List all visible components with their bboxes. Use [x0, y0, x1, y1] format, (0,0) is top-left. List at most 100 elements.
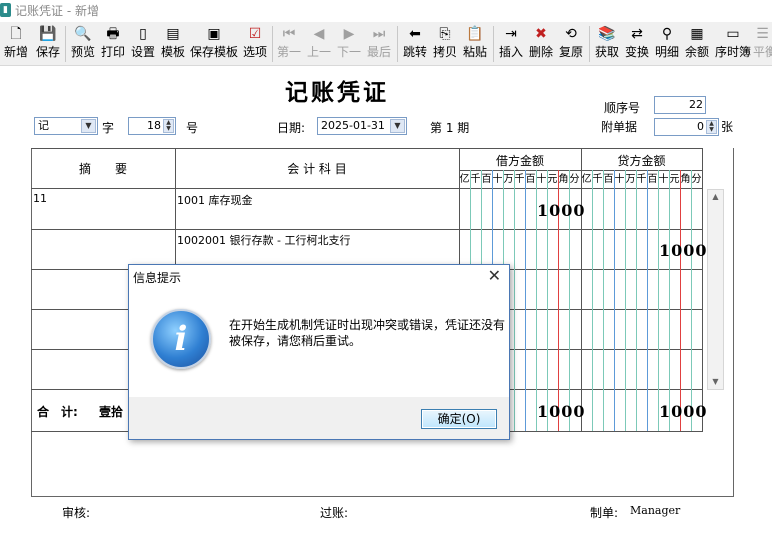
row-debit-amount[interactable]: 1000 — [537, 201, 586, 220]
page-settings-icon: ▯ — [139, 26, 147, 42]
next-button[interactable]: ▶ 下一 — [335, 24, 363, 64]
total-label: 合 计: — [37, 405, 78, 419]
options-icon: ☑ — [248, 26, 262, 42]
total-amount-words: 壹拾 — [99, 405, 124, 419]
books-icon: 📚 — [598, 26, 616, 42]
new-button[interactable]: 🗋 新增 — [2, 24, 30, 64]
digit-line — [614, 170, 615, 431]
insert-button[interactable]: ⇥ 插入 — [497, 24, 525, 64]
credit-digit-header: 万 — [625, 174, 636, 185]
paste-button[interactable]: 📋 粘贴 — [461, 24, 489, 64]
restore-icon: ⟲ — [565, 26, 577, 42]
dialog-body: i 在开始生成机制凭证时出现冲突或错误，凭证还没有被保存，请您稍后重试。 — [129, 289, 509, 397]
spin-arrows-icon[interactable]: ▲ ▼ — [706, 120, 717, 134]
scroll-down-icon[interactable]: ▼ — [708, 375, 723, 389]
total-debit-amount: 1000 — [537, 402, 586, 421]
row-account[interactable]: 1002001 银行存款 - 工行柯北支行 — [177, 232, 350, 248]
window-title: 记账凭证 - 新增 — [15, 4, 99, 18]
row-credit-amount[interactable]: 1000 — [659, 241, 708, 260]
fetch-button[interactable]: 📚 获取 — [593, 24, 621, 64]
copy-button[interactable]: ⎘ 拷贝 — [431, 24, 459, 64]
voucher-number-field[interactable]: 18 ▲ ▼ — [128, 117, 176, 135]
credit-digit-header: 角 — [680, 174, 691, 185]
toolbar-separator — [589, 26, 590, 62]
debit-digit-header: 亿 — [459, 174, 470, 185]
debit-digit-header: 万 — [503, 174, 514, 185]
grid-line — [31, 148, 703, 149]
debit-digit-header: 千 — [514, 174, 525, 185]
digit-line — [636, 170, 637, 431]
digit-line — [525, 170, 526, 431]
period-label: 第 1 期 — [430, 121, 470, 135]
digit-line — [592, 170, 593, 431]
toolbar-separator — [397, 26, 398, 62]
new-document-icon: 🗋 — [10, 26, 22, 42]
template-button[interactable]: ▤ 模板 — [159, 24, 187, 64]
sequence-field[interactable]: 22 — [654, 96, 706, 114]
paste-icon: 📋 — [466, 26, 484, 42]
credit-digit-header: 分 — [691, 174, 702, 185]
attach-count-field[interactable]: 0 ▲ ▼ — [654, 118, 719, 136]
credit-digit-header: 十 — [658, 174, 669, 185]
date-label: 日期: — [277, 121, 306, 135]
delete-button[interactable]: ✖ 删除 — [527, 24, 555, 64]
row-summary[interactable]: 11 — [33, 192, 47, 205]
toolbar: 🗋 新增 💾 保存 🔍 预览 🖶 打印 ▯ 设置 ▤ 模板 ▣ 保存模板 ☑ 选项 ⏮ 第一 ◀ 上… — [0, 22, 772, 66]
scroll-up-icon[interactable]: ▲ — [708, 190, 723, 204]
save-button[interactable]: 💾 保存 — [34, 24, 62, 64]
digit-line — [625, 170, 626, 431]
digit-line — [603, 170, 604, 431]
info-dialog: 信息提示 ✕ i 在开始生成机制凭证时出现冲突或错误，凭证还没有被保存，请您稍后… — [128, 264, 510, 440]
template-icon: ▤ — [166, 26, 180, 42]
vertical-scrollbar[interactable]: ▲ ▼ — [707, 189, 724, 390]
grid-line — [581, 148, 582, 431]
digit-line — [680, 170, 681, 431]
digit-line — [691, 170, 692, 431]
digit-line — [514, 170, 515, 431]
balance-button[interactable]: ▦ 余额 — [683, 24, 711, 64]
debit-digit-header: 十 — [492, 174, 503, 185]
total-credit-amount: 1000 — [659, 402, 708, 421]
print-button[interactable]: 🖶 打印 — [99, 24, 127, 64]
preview-button[interactable]: 🔍 预览 — [69, 24, 97, 64]
close-icon[interactable]: ✕ — [488, 267, 501, 285]
save-template-button[interactable]: ▣ 保存模板 — [189, 24, 239, 64]
digit-line — [658, 170, 659, 431]
credit-header: 贷方金额 — [617, 154, 666, 168]
word-label: 字 — [102, 121, 115, 135]
debit-digit-header: 百 — [525, 174, 536, 185]
first-button[interactable]: ⏮ 第一 — [275, 24, 303, 64]
restore-button[interactable]: ⟲ 复原 — [557, 24, 585, 64]
prev-button[interactable]: ◀ 上一 — [305, 24, 333, 64]
jump-button[interactable]: ⬅ 跳转 — [401, 24, 429, 64]
options-button[interactable]: ☑ 选项 — [241, 24, 269, 64]
detail-button[interactable]: ⚲ 明细 — [653, 24, 681, 64]
dialog-title-bar: 信息提示 ✕ — [129, 265, 509, 289]
exchange-button[interactable]: ⇄ 变换 — [623, 24, 651, 64]
maker-name: Manager — [630, 504, 681, 517]
ok-button[interactable]: 确定(O) — [421, 409, 497, 429]
debit-digit-header: 分 — [569, 174, 580, 185]
number-label: 号 — [186, 121, 199, 135]
next-icon: ▶ — [343, 26, 355, 42]
word-type-select[interactable]: 记 ▼ — [34, 117, 98, 135]
chevron-down-icon[interactable]: ▼ — [81, 119, 96, 133]
spin-arrows-icon[interactable]: ▲ ▼ — [163, 119, 174, 133]
date-picker[interactable]: 2025-01-31 ▼ — [317, 117, 407, 135]
dialog-title: 信息提示 — [133, 271, 182, 285]
balance-check-button[interactable]: ☰ 平衡 — [753, 24, 772, 64]
account-header: 会 计 科 目 — [287, 162, 347, 176]
last-button[interactable]: ⏭ 最后 — [365, 24, 393, 64]
row-account[interactable]: 1001 库存现金 — [177, 192, 253, 208]
jump-arrow-icon: ⬅ — [409, 26, 421, 42]
delete-row-icon: ✖ — [535, 26, 547, 42]
exchange-icon: ⇄ — [631, 26, 643, 42]
journal-button[interactable]: ▭ 序时簿 — [713, 24, 753, 64]
debit-digit-header: 百 — [481, 174, 492, 185]
printer-icon: 🖶 — [106, 26, 120, 42]
debit-header: 借方金额 — [495, 154, 544, 168]
dialog-message: 在开始生成机制凭证时出现冲突或错误，凭证还没有被保存，请您稍后重试。 — [229, 318, 506, 348]
chevron-down-icon[interactable]: ▼ — [390, 119, 405, 133]
summary-header: 摘 要 — [78, 162, 127, 176]
settings-button[interactable]: ▯ 设置 — [129, 24, 157, 64]
